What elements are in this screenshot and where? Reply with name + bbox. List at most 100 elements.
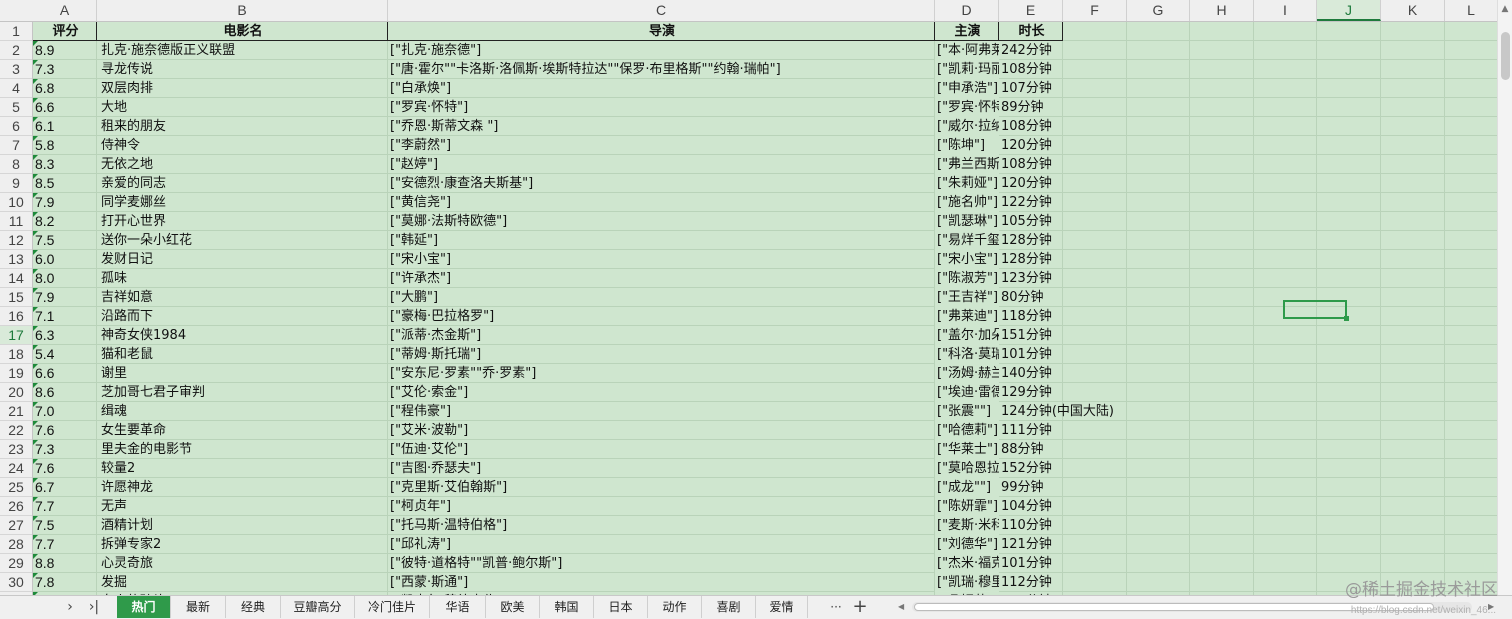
cell-title[interactable]: 大地 <box>97 98 388 117</box>
cell-director[interactable]: ["唐·霍尔""卡洛斯·洛佩斯·埃斯特拉达""保罗·布里格斯""约翰·瑞帕"] <box>388 60 935 79</box>
cell-director[interactable]: ["艾伦·索金"] <box>388 383 935 402</box>
row-header-15[interactable]: 15 <box>0 288 32 307</box>
cell-duration[interactable]: 120分钟 <box>999 136 1063 155</box>
row-header-2[interactable]: 2 <box>0 41 32 60</box>
cell-director[interactable]: ["蒂姆·斯托瑞"] <box>388 345 935 364</box>
header-cell-director[interactable]: 导演 <box>388 22 935 41</box>
cell-cast[interactable]: ["易烊千玺"] <box>935 231 999 250</box>
cell-duration[interactable]: 128分钟 <box>999 250 1063 269</box>
cell-duration[interactable]: 105分钟 <box>999 212 1063 231</box>
cell-title[interactable]: 同学麦娜丝 <box>97 193 388 212</box>
cell-cast[interactable]: ["朱莉娅"] <box>935 174 999 193</box>
cell-cast[interactable]: ["张震""] <box>935 402 999 421</box>
active-cell-J17[interactable] <box>1283 300 1349 321</box>
row-header-25[interactable]: 25 <box>0 478 32 497</box>
cell-director[interactable]: ["扎克·施奈德"] <box>388 41 935 60</box>
cell-cast[interactable]: ["汤姆·赫兰德"] <box>935 364 999 383</box>
cell-score[interactable]: 7.3 <box>33 440 97 459</box>
cell-cast[interactable]: ["陈坤"] <box>935 136 999 155</box>
row-header-8[interactable]: 8 <box>0 155 32 174</box>
cell-title[interactable]: 谢里 <box>97 364 388 383</box>
cell-duration[interactable]: 124分钟(中国大陆) <box>999 402 1114 421</box>
column-header-B[interactable]: B <box>97 0 388 21</box>
cell-score[interactable]: 6.3 <box>33 326 97 345</box>
column-header-I[interactable]: I <box>1254 0 1317 21</box>
row-header-29[interactable]: 29 <box>0 554 32 573</box>
cell-cast[interactable]: ["凯瑟琳"] <box>935 212 999 231</box>
sheet-tab-8[interactable]: 日本 <box>594 596 648 618</box>
cell-title[interactable]: 许愿神龙 <box>97 478 388 497</box>
cell-director[interactable]: ["赵婷"] <box>388 155 935 174</box>
column-header-E[interactable]: E <box>999 0 1063 21</box>
cell-title[interactable]: 吉祥如意 <box>97 288 388 307</box>
row-header-23[interactable]: 23 <box>0 440 32 459</box>
column-header-K[interactable]: K <box>1381 0 1445 21</box>
row-header-19[interactable]: 19 <box>0 364 32 383</box>
cell-score[interactable]: 7.0 <box>33 402 97 421</box>
cell-title[interactable]: 沿路而下 <box>97 307 388 326</box>
cell-title[interactable]: 寻龙传说 <box>97 60 388 79</box>
cell-score[interactable]: 8.9 <box>33 41 97 60</box>
cell-score[interactable]: 7.5 <box>33 231 97 250</box>
cell-score[interactable]: 5.4 <box>33 345 97 364</box>
cell-duration[interactable]: 89分钟 <box>999 98 1063 117</box>
cell-score[interactable]: 8.2 <box>33 212 97 231</box>
cell-duration[interactable]: 151分钟 <box>999 326 1063 345</box>
cell-title[interactable]: 双层肉排 <box>97 79 388 98</box>
cell-score[interactable]: 6.8 <box>33 79 97 98</box>
cell-score[interactable]: 8.3 <box>33 155 97 174</box>
cell-director[interactable]: ["乔恩·斯蒂文森 "] <box>388 117 935 136</box>
cell-director[interactable]: ["罗宾·怀特"] <box>388 98 935 117</box>
header-cell-score[interactable]: 评分 <box>33 22 97 41</box>
sheet-tab-2[interactable]: 经典 <box>226 596 281 618</box>
cell-score[interactable]: 6.7 <box>33 478 97 497</box>
vertical-scroll-thumb[interactable] <box>1501 32 1510 80</box>
row-header-24[interactable]: 24 <box>0 459 32 478</box>
cell-duration[interactable]: 108分钟 <box>999 60 1063 79</box>
column-header-H[interactable]: H <box>1190 0 1254 21</box>
row-header-27[interactable]: 27 <box>0 516 32 535</box>
cell-score[interactable]: 7.6 <box>33 421 97 440</box>
cell-score[interactable]: 7.1 <box>33 307 97 326</box>
next-sheet-button[interactable]: › <box>60 598 80 616</box>
row-header-4[interactable]: 4 <box>0 79 32 98</box>
cell-score[interactable]: 6.0 <box>33 250 97 269</box>
row-header-26[interactable]: 26 <box>0 497 32 516</box>
sheet-tab-0[interactable]: 热门 <box>117 596 171 618</box>
column-header-L[interactable]: L <box>1445 0 1498 21</box>
header-cell-cast[interactable]: 主演 <box>935 22 999 41</box>
row-header-9[interactable]: 9 <box>0 174 32 193</box>
column-header-J[interactable]: J <box>1317 0 1381 21</box>
cell-title[interactable]: 扎克·施奈德版正义联盟 <box>97 41 388 60</box>
cell-cast[interactable]: ["刘德华"] <box>935 535 999 554</box>
column-header-D[interactable]: D <box>935 0 999 21</box>
row-header-18[interactable]: 18 <box>0 345 32 364</box>
cell-duration[interactable]: 140分钟 <box>999 364 1063 383</box>
cell-score[interactable]: 5.8 <box>33 136 97 155</box>
cell-score[interactable]: 8.5 <box>33 174 97 193</box>
row-header-17[interactable]: 17 <box>0 326 32 345</box>
scroll-up-icon[interactable]: ▲ <box>1500 4 1510 14</box>
cell-title[interactable]: 租来的朋友 <box>97 117 388 136</box>
add-sheet-button[interactable]: + <box>850 598 870 616</box>
cell-duration[interactable]: 118分钟 <box>999 307 1063 326</box>
cell-score[interactable]: 6.6 <box>33 364 97 383</box>
cell-title[interactable]: 发财日记 <box>97 250 388 269</box>
cell-cast[interactable]: ["弗莱迪"] <box>935 307 999 326</box>
cell-director[interactable]: ["宋小宝"] <box>388 250 935 269</box>
cell-cast[interactable]: ["威尔·拉纳"] <box>935 117 999 136</box>
cell-director[interactable]: ["邱礼涛"] <box>388 535 935 554</box>
cell-director[interactable]: ["莫娜·法斯特欧德"] <box>388 212 935 231</box>
cell-title[interactable]: 亲爱的同志 <box>97 174 388 193</box>
cell-cast[interactable]: ["成龙""] <box>935 478 999 497</box>
cell-cast[interactable]: ["科洛·莫瑞"] <box>935 345 999 364</box>
cell-cast[interactable]: ["凯瑞·穆里根"] <box>935 573 999 592</box>
cell-title[interactable]: 缉魂 <box>97 402 388 421</box>
cell-duration[interactable]: 128分钟 <box>999 231 1063 250</box>
cell-cast[interactable]: ["麦斯·米科尔森"] <box>935 516 999 535</box>
cell-director[interactable]: ["黄信尧"] <box>388 193 935 212</box>
cell-duration[interactable]: 108分钟 <box>999 117 1063 136</box>
cell-title[interactable]: 女生要革命 <box>97 421 388 440</box>
row-header-10[interactable]: 10 <box>0 193 32 212</box>
row-header-13[interactable]: 13 <box>0 250 32 269</box>
